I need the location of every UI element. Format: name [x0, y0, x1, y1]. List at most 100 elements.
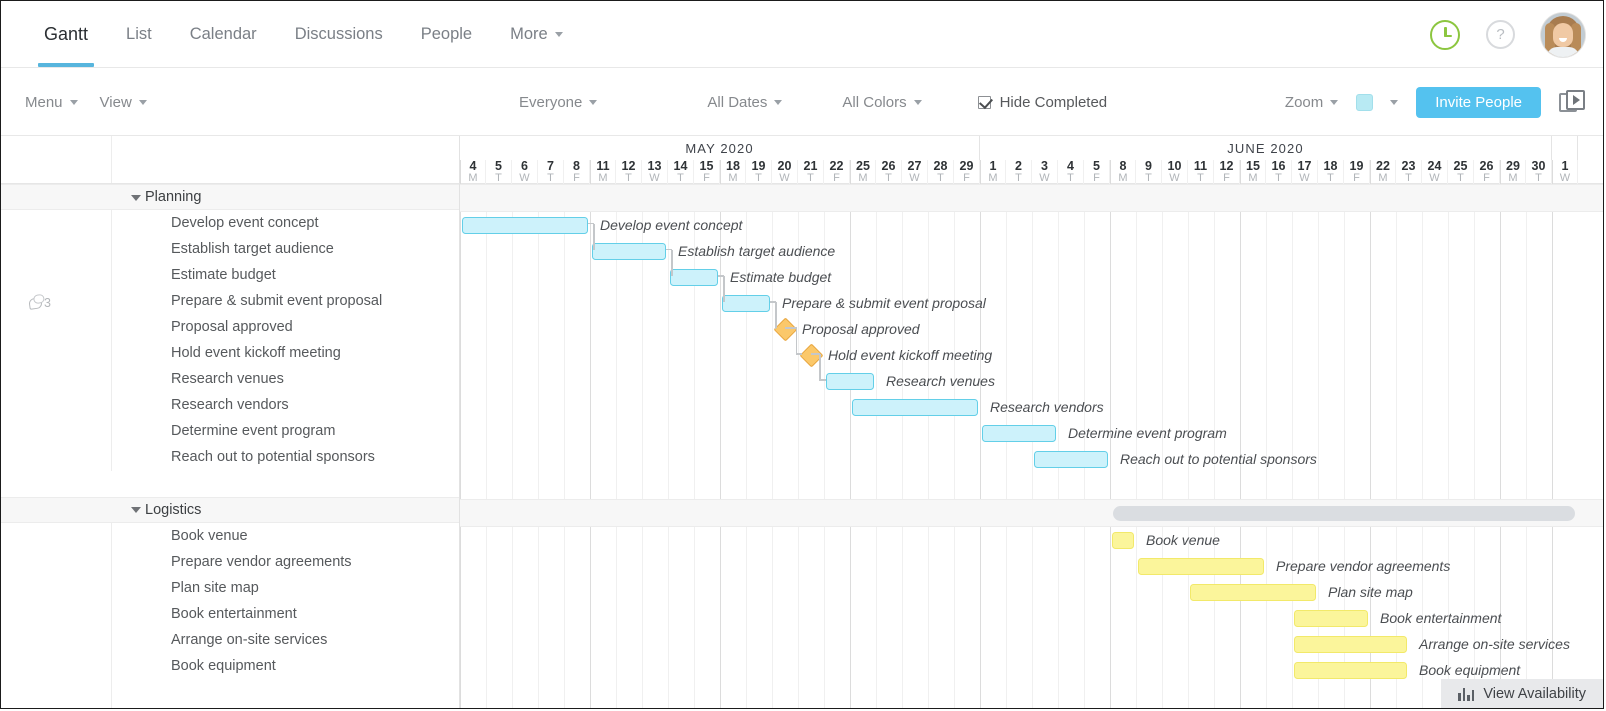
- collapse-triangle-icon[interactable]: [131, 507, 141, 513]
- task-row[interactable]: Research vendors: [1, 392, 459, 418]
- top-navigation: GanttList Calendar DiscussionsPeopleMore ?: [1, 1, 1603, 68]
- group-row-logistics[interactable]: Logistics: [1, 497, 459, 523]
- toolbar-left: Menu View: [25, 68, 147, 136]
- task-bar[interactable]: [1034, 451, 1108, 468]
- bar-label: Develop event concept: [600, 212, 742, 238]
- spacer-row: [1, 471, 459, 497]
- help-icon[interactable]: ?: [1486, 20, 1515, 49]
- invite-people-button[interactable]: Invite People: [1416, 87, 1541, 118]
- day-column-header: 25T: [1448, 160, 1474, 184]
- month-label: MAY 2020: [460, 136, 980, 160]
- view-availability-label: View Availability: [1483, 686, 1586, 702]
- bar-label: Research vendors: [990, 394, 1104, 420]
- task-bar[interactable]: [1294, 610, 1368, 627]
- day-column-header: 17W: [1292, 160, 1318, 184]
- dates-filter-label: All Dates: [707, 94, 767, 111]
- tab-gantt[interactable]: Gantt: [25, 1, 107, 67]
- task-name: Plan site map: [171, 575, 259, 601]
- panel-front-shape: [1566, 90, 1585, 110]
- task-row[interactable]: Proposal approved: [1, 314, 459, 340]
- timeline-task-row: Proposal approved: [460, 316, 1603, 342]
- panel-toggle-icon[interactable]: [1559, 90, 1585, 114]
- view-dropdown[interactable]: View: [100, 94, 147, 111]
- task-row[interactable]: Develop event concept: [1, 210, 459, 236]
- task-name: Book equipment: [171, 653, 276, 679]
- task-bar[interactable]: [462, 217, 588, 234]
- task-bar[interactable]: [1294, 636, 1407, 653]
- task-row[interactable]: Estimate budget: [1, 262, 459, 288]
- timeline-task-row: Research venues: [460, 368, 1603, 394]
- bar-label: Arrange on-site services: [1419, 631, 1570, 657]
- task-bar[interactable]: [1138, 558, 1264, 575]
- task-bar[interactable]: [1294, 662, 1407, 679]
- milestone-diamond[interactable]: [799, 344, 823, 368]
- bar-label: Estimate budget: [730, 264, 831, 290]
- task-row[interactable]: Reach out to potential sponsors: [1, 444, 459, 470]
- chevron-down-icon: [774, 100, 782, 105]
- task-bar[interactable]: [670, 269, 718, 286]
- chevron-down-icon: [70, 100, 78, 105]
- bar-label: Book venue: [1146, 527, 1220, 553]
- month-label: [1552, 136, 1578, 160]
- day-column-header: 22F: [824, 160, 850, 184]
- task-row[interactable]: Determine event program: [1, 418, 459, 444]
- timeline-task-row: Hold event kickoff meeting: [460, 342, 1603, 368]
- day-weekday: W: [1553, 173, 1577, 184]
- menu-dropdown[interactable]: Menu: [25, 94, 78, 111]
- task-row[interactable]: Prepare vendor agreements: [1, 549, 459, 575]
- tab-discussions[interactable]: Discussions: [276, 1, 402, 67]
- task-row[interactable]: Book venue: [1, 523, 459, 549]
- task-row[interactable]: Establish target audience: [1, 236, 459, 262]
- collapse-triangle-icon[interactable]: [131, 195, 141, 201]
- hide-completed-checkbox[interactable]: Hide Completed: [978, 94, 1108, 111]
- group-name: Logistics: [145, 498, 201, 522]
- task-bar[interactable]: [982, 425, 1056, 442]
- tab-calendar[interactable]: Calendar: [171, 1, 276, 67]
- task-bar[interactable]: [1190, 584, 1316, 601]
- day-column-header: 1W: [1552, 160, 1578, 184]
- task-row[interactable]: Plan site map: [1, 575, 459, 601]
- task-bar[interactable]: [722, 295, 770, 312]
- day-header-row: 4M5T6W7T8F11M12T13W14T15F18M19T20W21T22F…: [460, 160, 1603, 184]
- day-column-header: 3W: [1032, 160, 1058, 184]
- summary-bar[interactable]: [1113, 506, 1575, 521]
- avatar[interactable]: [1541, 13, 1585, 57]
- day-weekday: W: [512, 173, 537, 184]
- task-bar[interactable]: [592, 243, 666, 260]
- task-name: Prepare & submit event proposal: [171, 288, 382, 314]
- dates-filter-dropdown[interactable]: All Dates: [707, 94, 782, 111]
- timeline-task-row: Develop event concept: [460, 212, 1603, 238]
- task-row[interactable]: Research venues: [1, 366, 459, 392]
- task-row[interactable]: Book entertainment: [1, 601, 459, 627]
- task-bar[interactable]: [1112, 532, 1134, 549]
- task-row[interactable]: Arrange on-site services: [1, 627, 459, 653]
- task-row[interactable]: Book equipment: [1, 653, 459, 679]
- task-row[interactable]: Hold event kickoff meeting: [1, 340, 459, 366]
- task-row[interactable]: Prepare & submit event proposal: [1, 288, 459, 314]
- color-swatch-dropdown[interactable]: [1356, 94, 1398, 111]
- tab-people[interactable]: People: [402, 1, 491, 67]
- tab-more[interactable]: More: [491, 1, 582, 67]
- day-weekday: F: [694, 173, 719, 184]
- people-filter-dropdown[interactable]: Everyone: [519, 94, 597, 111]
- day-weekday: W: [1422, 173, 1447, 184]
- clock-icon[interactable]: [1430, 20, 1460, 50]
- tab-list[interactable]: List: [107, 1, 171, 67]
- milestone-diamond[interactable]: [773, 318, 797, 342]
- day-weekday: T: [616, 173, 641, 184]
- day-column-header: 26F: [1474, 160, 1500, 184]
- day-weekday: F: [1344, 173, 1369, 184]
- group-row-planning[interactable]: Planning: [1, 184, 459, 210]
- day-weekday: F: [824, 173, 849, 184]
- availability-bars-icon: [1458, 687, 1474, 701]
- task-bar[interactable]: [852, 399, 978, 416]
- colors-filter-dropdown[interactable]: All Colors: [842, 94, 921, 111]
- tab-label: Calendar: [190, 25, 257, 44]
- view-label: View: [100, 94, 132, 111]
- timeline-task-row: Determine event program: [460, 420, 1603, 446]
- day-column-header: 18T: [1318, 160, 1344, 184]
- task-bar[interactable]: [826, 373, 874, 390]
- view-availability-button[interactable]: View Availability: [1441, 679, 1603, 709]
- zoom-dropdown[interactable]: Zoom: [1285, 94, 1338, 111]
- day-column-header: 28T: [928, 160, 954, 184]
